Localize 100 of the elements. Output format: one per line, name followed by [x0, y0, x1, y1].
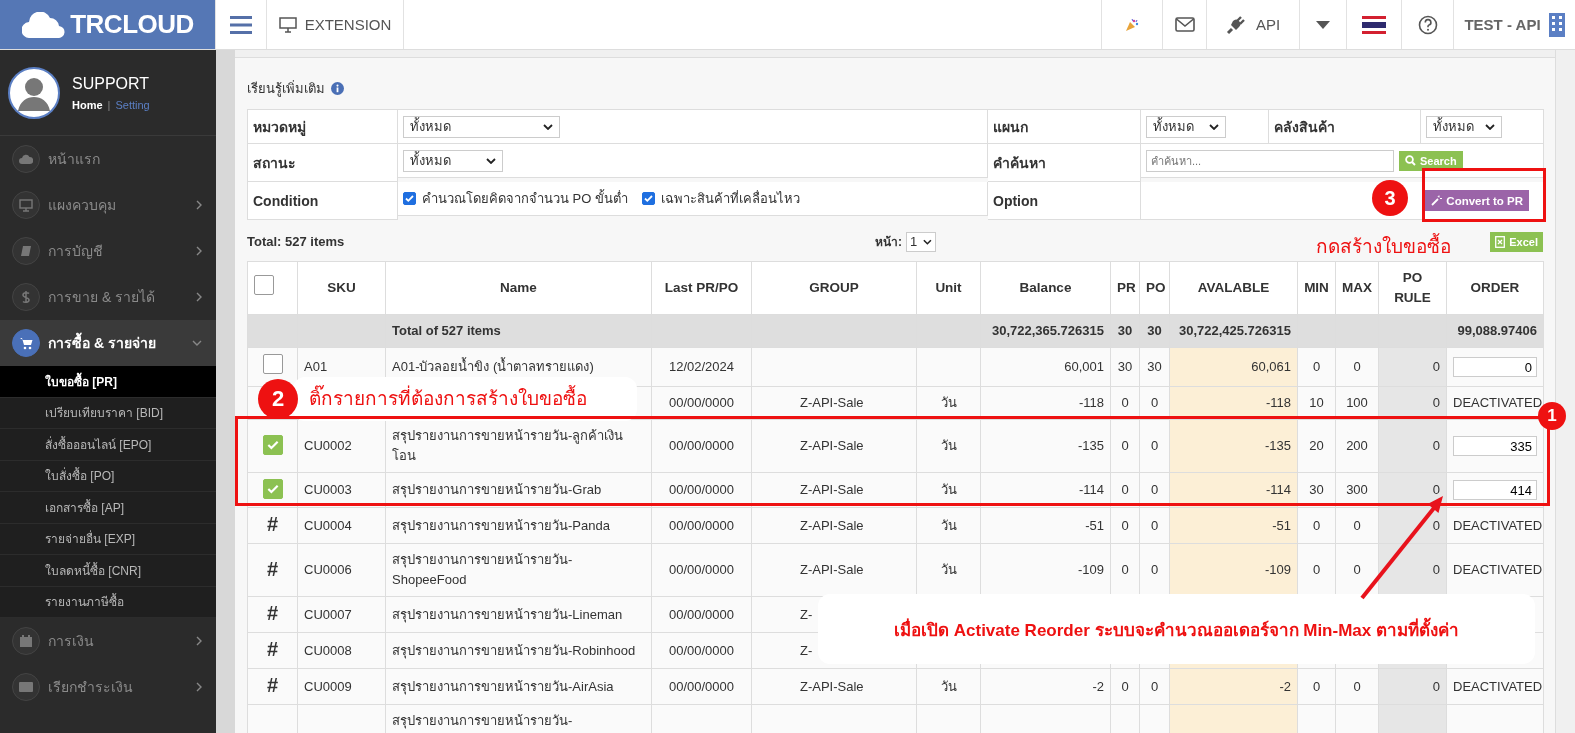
- sidebar-item[interactable]: เรียกชำระเงิน: [0, 664, 216, 710]
- table-cell: สรุปรายงานการขายหน้ารายวัน-Lineman: [392, 606, 623, 622]
- row-marker: #: [266, 557, 279, 580]
- column-header: PR: [1110, 261, 1140, 315]
- table-cell: CU0006: [304, 562, 352, 577]
- table-cell: สรุปรายงานการขายหน้ารายวัน-ShopeeFood: [392, 552, 573, 587]
- menu-icon[interactable]: [230, 15, 252, 34]
- column-header: SKU: [297, 261, 386, 315]
- table-cell: 0: [1121, 562, 1129, 577]
- table-cell: 0: [1312, 517, 1321, 533]
- order-field[interactable]: 0: [1453, 357, 1537, 377]
- table-cell: 0: [1353, 517, 1361, 533]
- sidebar-item[interactable]: การขาย & รายได้: [0, 274, 216, 320]
- table-cell: 0: [1353, 678, 1361, 694]
- column-header: PO RULE: [1378, 261, 1447, 315]
- order-field[interactable]: 335: [1453, 436, 1537, 456]
- caret-icon: [1209, 123, 1219, 130]
- column-header: Balance: [980, 261, 1111, 315]
- table-cell: 0: [1353, 359, 1361, 374]
- table-cell: DEACTIVATED: [1453, 678, 1543, 694]
- caret-icon[interactable]: [1316, 20, 1330, 29]
- table-cell: สรุปรายงานการขายหน้ารายวัน-ลูกค้าเงินโอน: [392, 428, 624, 463]
- row-checkbox[interactable]: [262, 354, 283, 374]
- table-cell: Z-API-Sale: [800, 438, 864, 453]
- setting-link[interactable]: Setting: [115, 98, 150, 111]
- table-cell: -109: [1077, 562, 1104, 577]
- table-cell: -118: [1078, 395, 1104, 410]
- table-cell: 00/00/0000: [668, 642, 735, 658]
- check-icon: [644, 194, 653, 203]
- caret-icon: [486, 157, 496, 164]
- book-icon: [19, 244, 33, 258]
- table-cell: 00/00/0000: [668, 678, 735, 694]
- table-cell: -2: [1279, 678, 1291, 694]
- table-cell: Total of 527 items: [385, 314, 652, 348]
- total-count: Total: 527 items: [247, 234, 346, 249]
- condition-checkbox[interactable]: คำนวณโดยคิดจากจำนวน PO ขั้นต่ำ: [403, 188, 628, 209]
- info-icon[interactable]: [331, 82, 344, 95]
- filter-label: หมวดหมู่: [248, 110, 398, 144]
- page-dropdown[interactable]: 1: [906, 231, 936, 252]
- learn-more-link[interactable]: เรียนรู้เพิ่มเติม: [247, 78, 325, 99]
- select-all-checkbox[interactable]: [254, 275, 274, 295]
- row-marker: #: [266, 602, 279, 624]
- table-cell: 12/02/2024: [668, 359, 735, 374]
- logo[interactable]: TRCLOUD: [0, 0, 216, 49]
- annotation-text: ติ๊กรายการที่ต้องการสร้างใบขอซื้อ: [309, 386, 587, 412]
- table-cell: 0: [1150, 438, 1159, 453]
- home-link[interactable]: Home: [72, 98, 103, 111]
- table-cell: -2: [1092, 678, 1104, 694]
- table-cell: Z-API-Sale: [800, 678, 864, 694]
- table-cell: A01: [304, 359, 328, 374]
- table-cell: สรุปรายงานการขายหน้ารายวัน-Panda: [392, 517, 610, 533]
- table-cell: วัน: [940, 482, 957, 497]
- table-cell: Z-API-Sale: [800, 395, 864, 410]
- caret-icon: [543, 123, 553, 130]
- row-checkbox[interactable]: [262, 479, 283, 499]
- party-popper-icon[interactable]: [1125, 17, 1139, 32]
- monitor-icon: [19, 198, 33, 212]
- table-cell: 00/00/0000: [668, 395, 735, 410]
- help-icon[interactable]: [1417, 14, 1438, 35]
- convert-button[interactable]: Convert to PR: [1425, 190, 1529, 211]
- table-cell: สรุปรายงานการขายหน้ารายวัน-Robinhood: [392, 642, 636, 658]
- column-header: Name: [385, 261, 652, 315]
- filter-label: Option: [988, 182, 1141, 220]
- table-cell: 30: [1147, 359, 1162, 374]
- table-cell: 0: [1432, 395, 1440, 410]
- table-cell: 0: [1432, 517, 1440, 533]
- sidebar-item[interactable]: แผงควบคุม: [0, 182, 216, 228]
- mail-icon[interactable]: [1174, 17, 1195, 32]
- submenu-item[interactable]: ใบขอซื้อ [PR]: [0, 366, 216, 398]
- table-cell: DEACTIVATED: [1453, 517, 1543, 533]
- table-cell: 0: [1121, 395, 1129, 410]
- table-cell: 20: [1309, 438, 1324, 453]
- table-cell: -114: [1265, 482, 1291, 497]
- search-field[interactable]: คำค้นหา...: [1146, 149, 1394, 172]
- table-cell: -118: [1265, 395, 1291, 410]
- flag-icon[interactable]: [1362, 15, 1386, 34]
- sidebar-item[interactable]: การซื้อ & รายจ่าย: [0, 320, 216, 366]
- plug-icon: [1225, 14, 1246, 35]
- annotation-text: กดสร้างใบขอซื้อ: [1316, 231, 1451, 261]
- table-cell: 30: [1309, 482, 1324, 497]
- order-field[interactable]: 414: [1453, 480, 1537, 500]
- category-dropdown[interactable]: ทั้งหมด: [403, 115, 560, 138]
- arrow-icon: [1360, 496, 1443, 600]
- sidebar-item[interactable]: การบัญชี: [0, 228, 216, 274]
- table-cell: 10: [1309, 395, 1324, 410]
- sidebar-item[interactable]: หน้าแรก: [0, 136, 216, 182]
- department-dropdown[interactable]: ทั้งหมด: [1146, 115, 1226, 138]
- table-cell: 60,001: [1064, 359, 1104, 374]
- column-header: AVALABLE: [1169, 261, 1298, 315]
- table-cell: Z-API-Sale: [800, 482, 864, 497]
- table-cell: 0: [1121, 678, 1129, 694]
- table-cell: วัน: [940, 438, 957, 453]
- sidebar-item[interactable]: การเงิน: [0, 618, 216, 664]
- status-dropdown[interactable]: ทั้งหมด: [403, 149, 503, 172]
- row-checkbox[interactable]: [262, 435, 283, 455]
- annotation-text: เมื่อเปิด Activate Reorder ระบบจะคำนวณออเดอร์จาก Min-Max ตามที่ตั้งค่า: [894, 615, 1459, 643]
- table-cell: Z-: [800, 642, 813, 658]
- warehouse-dropdown[interactable]: ทั้งหมด: [1426, 115, 1502, 138]
- condition-checkbox[interactable]: เฉพาะสินค้าที่เคลื่อนไหว: [642, 188, 800, 209]
- filter-label: สถานะ: [248, 144, 398, 182]
